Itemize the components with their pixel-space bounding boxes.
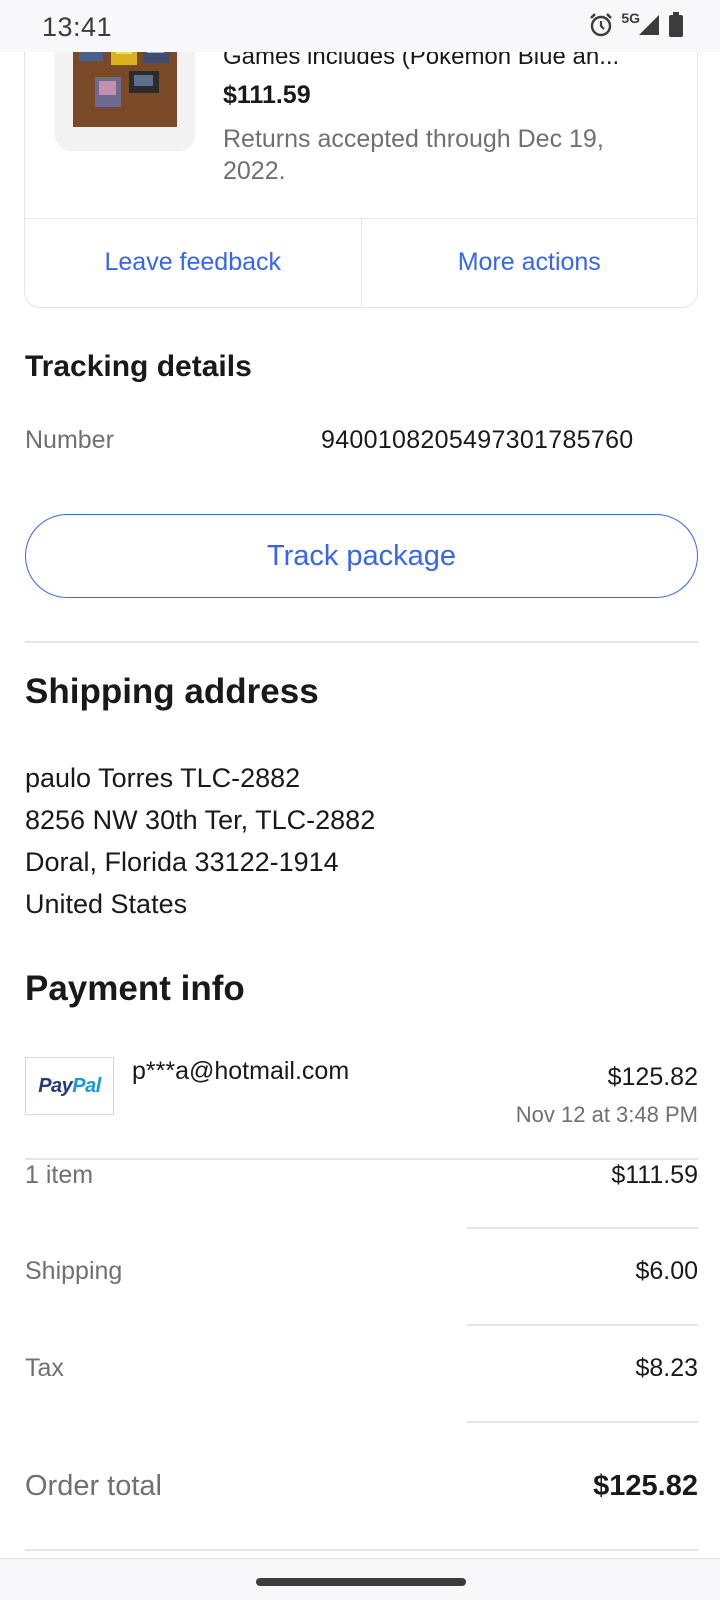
leave-feedback-button[interactable]: Leave feedback [25, 219, 361, 306]
section-divider [25, 1549, 698, 1551]
track-package-button[interactable]: Track package [25, 514, 698, 598]
summary-divider [467, 1227, 698, 1229]
paypal-logo-text-pay: Pay [38, 1074, 73, 1097]
address-line: paulo Torres TLC-2882 [25, 763, 301, 793]
status-bar: 13:41 5G [0, 0, 720, 52]
payment-date: Nov 12 at 3:48 PM [515, 1102, 698, 1127]
network-type-label: 5G [621, 10, 640, 26]
signal-icon [639, 15, 659, 35]
more-actions-button[interactable]: More actions [360, 219, 698, 306]
summary-item-value: $111.59 [611, 1161, 698, 1189]
summary-tax-label: Tax [25, 1354, 64, 1382]
payment-email: p***a@hotmail.com [132, 1057, 350, 1085]
tracking-number-value: 9400108205497301785760 [321, 426, 634, 454]
status-icons: 5G [589, 10, 684, 38]
home-gesture-handle[interactable] [256, 1578, 466, 1586]
order-total-label: Order total [25, 1470, 162, 1502]
item-returns-note: Returns accepted through Dec 19, 2022. [223, 125, 604, 185]
summary-item-label: 1 item [25, 1161, 94, 1189]
address-line: 8256 NW 30th Ter, TLC-2882 [25, 805, 376, 835]
tracking-number-label: Number [25, 426, 114, 454]
tracking-details-title: Tracking details [25, 350, 252, 383]
summary-divider [467, 1421, 698, 1423]
item-price: $111.59 [223, 81, 311, 109]
summary-tax-value: $8.23 [635, 1354, 698, 1382]
address-line: United States [25, 889, 188, 919]
section-divider [25, 1158, 698, 1160]
payment-info-title: Payment info [25, 969, 245, 1008]
order-details-screen: Games includes (Pokemon Blue an... $111.… [0, 0, 720, 1600]
order-total-value: $125.82 [593, 1470, 698, 1502]
shipping-address-title: Shipping address [25, 672, 319, 711]
summary-shipping-value: $6.00 [635, 1257, 698, 1285]
payment-amount: $125.82 [607, 1063, 698, 1091]
item-card-actions: Leave feedback More actions [25, 218, 697, 306]
summary-divider [467, 1324, 698, 1326]
alarm-icon [590, 13, 613, 37]
address-line: Doral, Florida 33122-1914 [25, 847, 339, 877]
paypal-logo: Pay Pal [25, 1057, 114, 1115]
paypal-logo-text-pal: Pal [72, 1074, 101, 1097]
battery-icon [669, 12, 683, 37]
system-navigation-bar [0, 1558, 720, 1600]
status-time: 13:41 [42, 12, 113, 42]
summary-shipping-label: Shipping [25, 1257, 123, 1285]
section-divider [25, 641, 698, 643]
shipping-address: paulo Torres TLC-2882 8256 NW 30th Ter, … [25, 757, 375, 925]
